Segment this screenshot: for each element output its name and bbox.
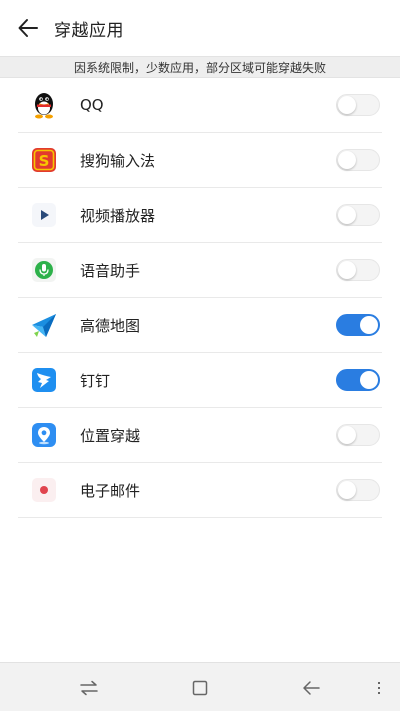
header: 穿越应用 — [0, 0, 400, 56]
list-item-email[interactable]: 电子邮件 — [18, 463, 382, 518]
switch-apps-button[interactable] — [78, 677, 100, 699]
email-icon — [30, 476, 58, 504]
item-label: QQ — [80, 96, 104, 114]
list-item-sogou[interactable]: S 搜狗输入法 — [18, 133, 382, 188]
toggle-amap[interactable] — [336, 314, 380, 336]
toggle-email[interactable] — [336, 479, 380, 501]
item-label: 位置穿越 — [80, 426, 141, 445]
sogou-icon: S — [30, 146, 58, 174]
svg-text:S: S — [39, 152, 50, 170]
more-button[interactable] — [368, 677, 390, 699]
system-nav-bar — [0, 662, 400, 711]
location-pin-icon — [30, 421, 58, 449]
toggle-voice-assistant[interactable] — [336, 259, 380, 281]
app-list: QQ S 搜狗输入法 视频播放器 语音助手 高德地图 钉钉 位置穿越 电子邮件 — [0, 78, 400, 518]
list-item-amap[interactable]: 高德地图 — [18, 298, 382, 353]
play-icon — [30, 201, 58, 229]
toggle-location[interactable] — [336, 424, 380, 446]
home-button[interactable] — [189, 677, 211, 699]
item-label: 高德地图 — [80, 316, 141, 335]
page-title: 穿越应用 — [54, 20, 124, 41]
list-item-voice-assistant[interactable]: 语音助手 — [18, 243, 382, 298]
back-arrow-icon — [303, 681, 320, 695]
item-label: 搜狗输入法 — [80, 151, 156, 170]
item-label: 视频播放器 — [80, 206, 156, 225]
microphone-icon — [30, 256, 58, 284]
toggle-dingtalk[interactable] — [336, 369, 380, 391]
qq-penguin-icon — [30, 91, 58, 119]
item-label: 钉钉 — [80, 371, 111, 390]
toggle-sogou[interactable] — [336, 149, 380, 171]
notice-banner: 因系统限制，少数应用，部分区域可能穿越失败 — [0, 56, 400, 78]
arrow-left-icon — [18, 19, 38, 37]
item-label: 语音助手 — [80, 261, 141, 280]
list-item-video-player[interactable]: 视频播放器 — [18, 188, 382, 243]
dingtalk-icon — [30, 366, 58, 394]
toggle-qq[interactable] — [336, 94, 380, 116]
home-square-icon — [192, 680, 208, 696]
more-dots-icon — [378, 682, 380, 694]
nav-back-button[interactable] — [300, 677, 322, 699]
amap-icon — [30, 311, 58, 339]
screen: 穿越应用 因系统限制，少数应用，部分区域可能穿越失败 QQ S 搜狗输入法 视频… — [0, 0, 400, 711]
list-item-dingtalk[interactable]: 钉钉 — [18, 353, 382, 408]
toggle-video-player[interactable] — [336, 204, 380, 226]
list-item-qq[interactable]: QQ — [18, 78, 382, 133]
list-item-location[interactable]: 位置穿越 — [18, 408, 382, 463]
item-label: 电子邮件 — [80, 481, 141, 500]
switch-apps-icon — [80, 680, 98, 696]
back-button[interactable] — [14, 14, 42, 42]
